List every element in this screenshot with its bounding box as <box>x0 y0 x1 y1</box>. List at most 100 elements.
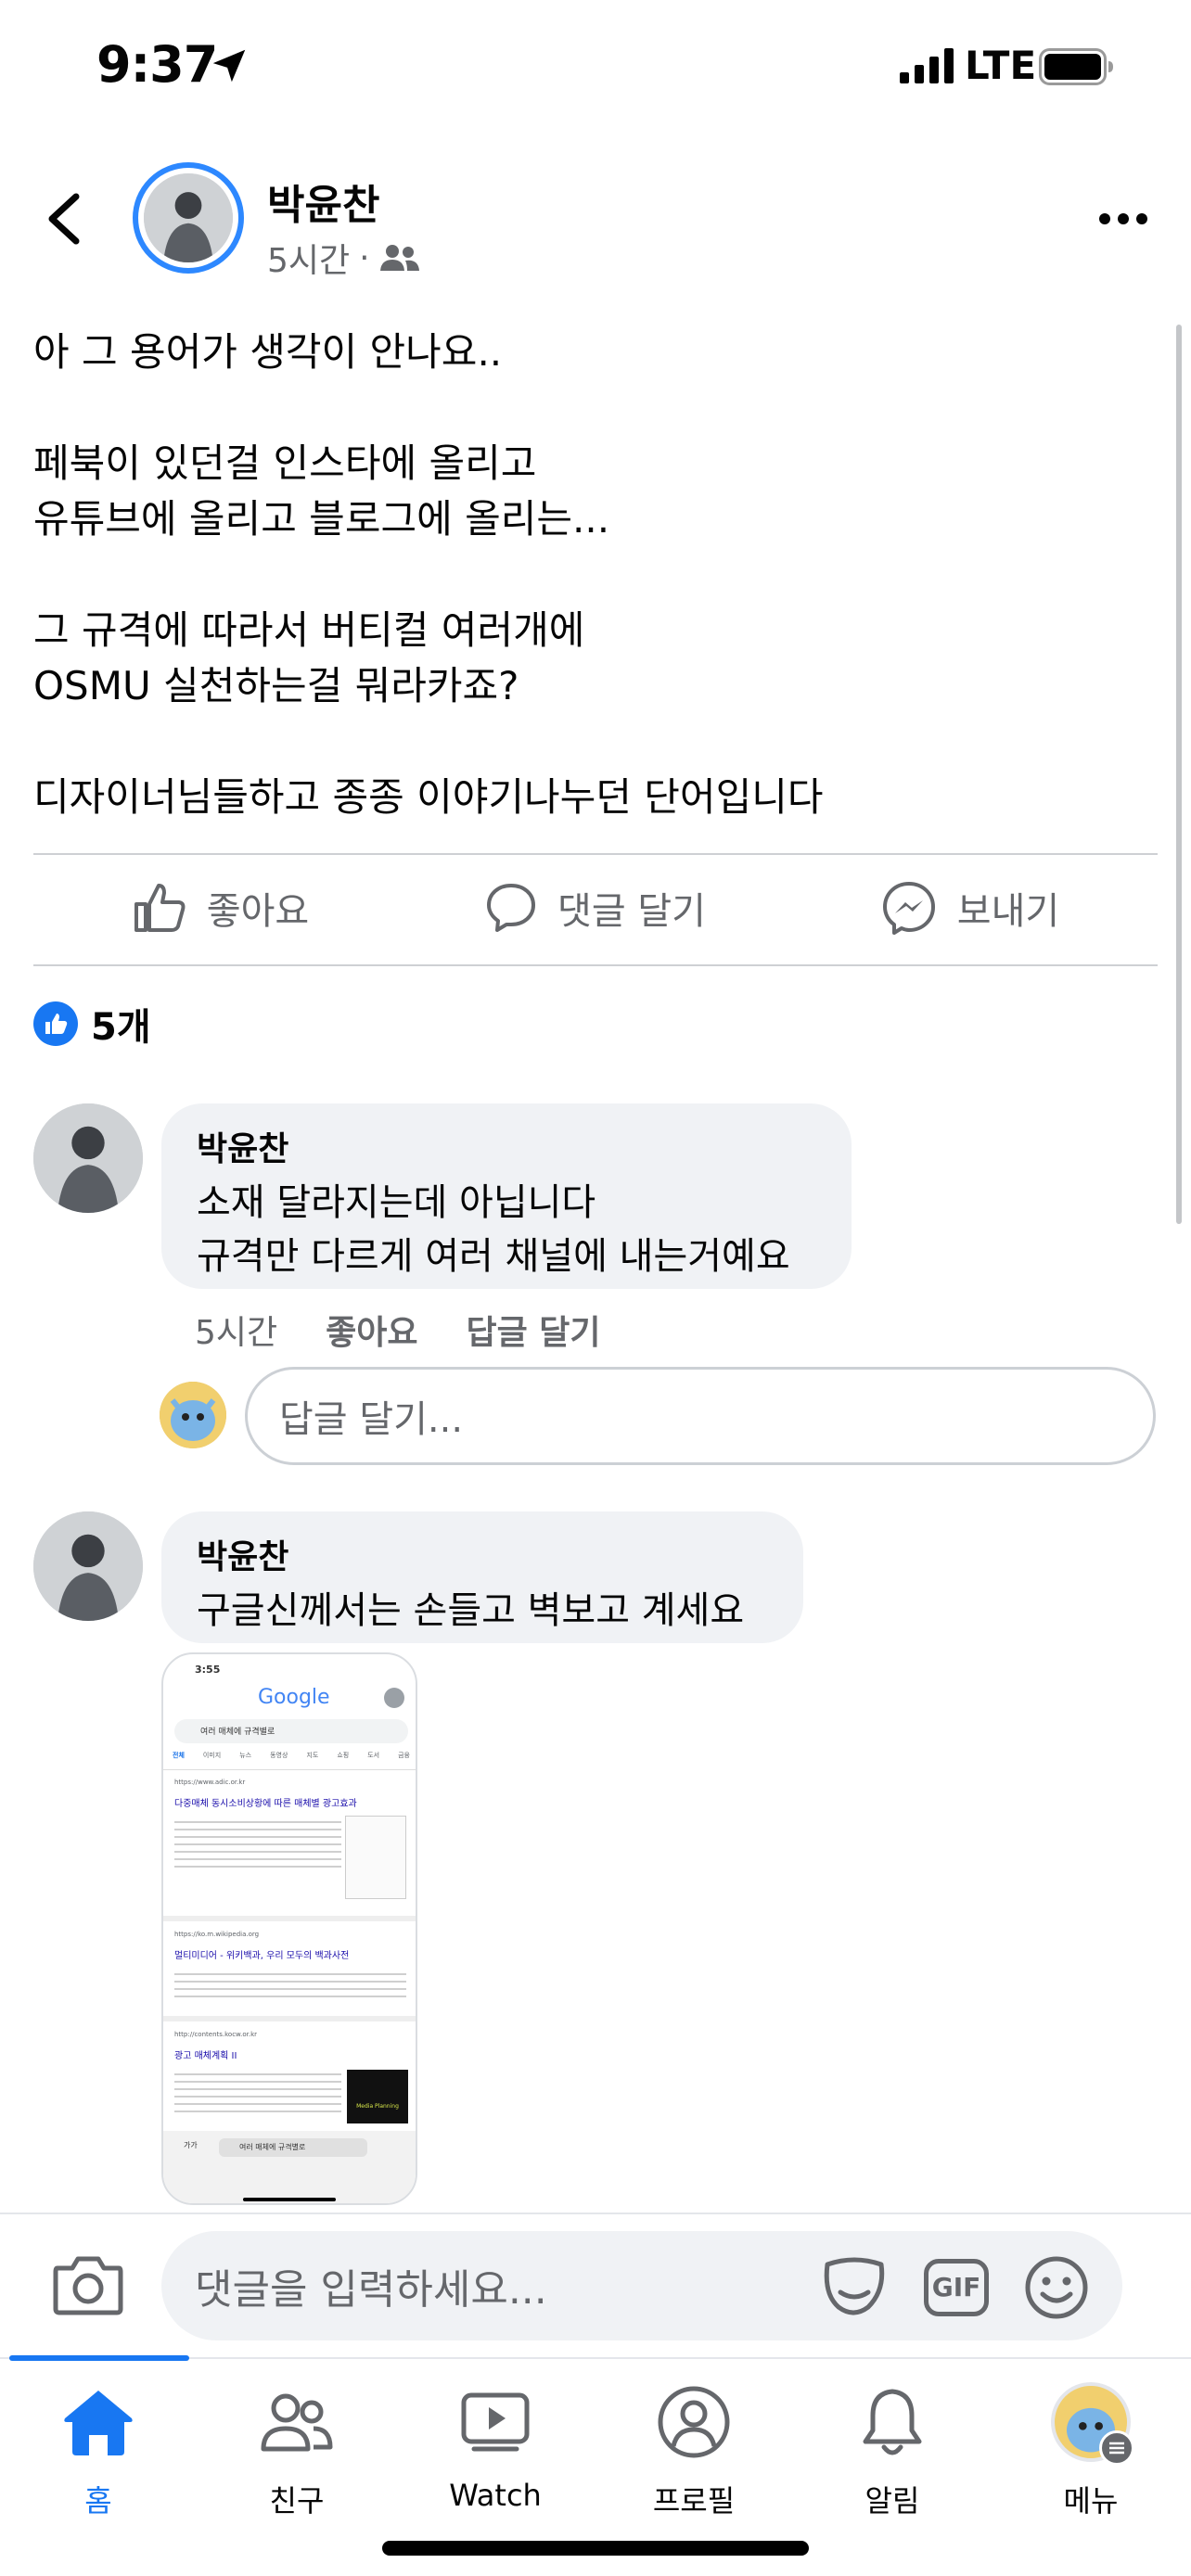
thumb-query: 여러 매체에 규격별로 <box>200 1728 275 1737</box>
thumb-ad-caption: Media Planning <box>356 2103 399 2110</box>
profile-icon <box>658 2386 730 2458</box>
thumb-address-bar: 여러 매체에 규격별로 <box>219 2138 367 2157</box>
post-meta: 5시간 · <box>267 234 420 282</box>
author-name[interactable]: 박윤찬 <box>267 172 379 231</box>
reply-placeholder: 답글 달기... <box>279 1398 464 1441</box>
tab-label: Watch <box>449 2478 542 2513</box>
emoji-icon[interactable] <box>1024 2255 1089 2320</box>
tab-watch[interactable]: Watch <box>412 2376 579 2513</box>
thumb-tab: 쇼핑 <box>337 1752 350 1759</box>
post-text: 아 그 용어가 생각이 안나요.. 페북이 있던걸 인스타에 올리고 유튜브에 … <box>33 329 824 820</box>
tab-friends[interactable]: 친구 <box>213 2376 380 2520</box>
active-tab-indicator <box>9 2355 189 2361</box>
reaction-count: 5개 <box>91 1006 151 1049</box>
thumb-tab: 뉴스 <box>239 1752 252 1759</box>
author-avatar[interactable] <box>133 162 244 274</box>
comment-icon <box>487 884 536 932</box>
tab-label: 메뉴 <box>1063 2483 1119 2519</box>
tab-label: 알림 <box>864 2483 920 2519</box>
reaction-summary[interactable]: 5개 <box>33 997 151 1051</box>
like-reaction-icon <box>33 1001 78 1046</box>
thumb-result-url: https://ko.m.wikipedia.org <box>174 1931 260 1938</box>
thumb-tab: 전체 <box>173 1752 185 1759</box>
thumb-tab: 이미지 <box>202 1752 222 1759</box>
thumb-result-snippet <box>174 2068 341 2114</box>
comment-placeholder: 댓글을 입력하세요... <box>195 2266 547 2314</box>
comment-reply-button[interactable]: 답글 달기 <box>467 1306 601 1354</box>
thumb-result-url: http://contents.kocw.or.kr <box>174 2031 258 2038</box>
meta-separator: · <box>359 238 370 277</box>
gif-label: GIF <box>931 2272 981 2302</box>
comment-author[interactable]: 박윤찬 <box>197 1122 816 1170</box>
battery-icon <box>1039 48 1113 85</box>
thumb-address-text: 여러 매체에 규격별로 <box>239 2143 306 2151</box>
tab-label: 홈 <box>84 2483 112 2519</box>
scrollbar[interactable] <box>1176 325 1182 1224</box>
comment-text: 소재 달라지는데 아닙니다 규격만 다르게 여러 채널에 내는거예요 <box>197 1181 790 1278</box>
comment-author[interactable]: 박윤찬 <box>197 1530 768 1578</box>
camera-icon[interactable] <box>52 2251 124 2316</box>
friends-icon <box>261 2393 333 2452</box>
home-icon <box>64 2391 133 2455</box>
thumb-result-url: https://www.adic.or.kr <box>174 1779 246 1786</box>
comment-meta: 5시간 좋아요 답글 달기 <box>195 1306 601 1354</box>
status-time: 9:37 <box>96 35 218 94</box>
location-arrow-icon <box>212 49 246 83</box>
gif-button[interactable]: GIF <box>924 2259 989 2316</box>
thumb-time: 3:55 <box>195 1664 221 1676</box>
comment-bubble[interactable]: 박윤찬 구글신께서는 손들고 벽보고 계세요 <box>161 1511 803 1643</box>
like-label: 좋아요 <box>206 890 310 933</box>
thumb-result-snippet <box>174 1816 341 1871</box>
thumb-result-image <box>345 1816 406 1899</box>
post-time: 5시간 <box>267 242 351 280</box>
tab-home[interactable]: 홈 <box>15 2376 182 2520</box>
home-indicator <box>382 2541 809 2556</box>
menu-hamburger-icon <box>1099 2430 1134 2466</box>
send-label: 보내기 <box>956 890 1060 933</box>
thumb-result-title: 멀티미디어 - 위키백과, 우리 모두의 백과사전 <box>174 1951 350 1961</box>
tab-label: 프로필 <box>652 2483 736 2519</box>
network-label: LTE <box>965 43 1037 88</box>
comment-like-button[interactable]: 좋아요 <box>326 1306 417 1354</box>
thumb-tab: 동영상 <box>270 1752 288 1759</box>
more-options-icon[interactable] <box>1098 211 1148 226</box>
comment-image[interactable]: 3:55 Google 여러 매체에 규격별로 전체 이미지 뉴스 동영상 지도… <box>161 1652 417 2205</box>
tab-menu[interactable]: 메뉴 <box>1007 2376 1174 2520</box>
thumb-result-snippet <box>174 1968 406 2001</box>
thumb-tabs: 전체 이미지 뉴스 동영상 지도 쇼핑 도서 금융 <box>173 1751 410 1760</box>
tab-label: 친구 <box>269 2483 325 2519</box>
avatar-sticker-icon[interactable] <box>820 2253 889 2318</box>
thumb-result-title: 다중매체 동시소비상황에 따른 매체별 광고효과 <box>174 1799 357 1809</box>
my-avatar <box>160 1382 226 1448</box>
thumb-ad-image: Media Planning <box>347 2070 408 2123</box>
tab-profile[interactable]: 프로필 <box>610 2376 777 2520</box>
send-button[interactable]: 보내기 <box>783 853 1158 963</box>
thumb-result-title: 광고 매체계획 II <box>174 2051 237 2061</box>
comment-time: 5시간 <box>195 1314 278 1352</box>
commenter-avatar[interactable] <box>33 1103 143 1213</box>
signal-icon <box>900 48 954 83</box>
thumb-aa: 가가 <box>184 2141 198 2149</box>
thumb-search-box: 여러 매체에 규격별로 <box>174 1719 408 1743</box>
post-actions: 좋아요 댓글 달기 보내기 <box>33 853 1158 963</box>
comment-button[interactable]: 댓글 달기 <box>408 853 783 963</box>
back-icon[interactable] <box>43 191 83 247</box>
thumb-google-logo: Google <box>258 1686 330 1709</box>
commenter-avatar[interactable] <box>33 1511 143 1621</box>
divider <box>33 964 1158 966</box>
comment-label: 댓글 달기 <box>557 890 706 933</box>
thumb-tab: 지도 <box>306 1752 319 1759</box>
like-button[interactable]: 좋아요 <box>33 853 408 963</box>
thumb-tab: 금융 <box>398 1752 410 1759</box>
thumb-account-icon <box>384 1688 404 1708</box>
comment-text: 구글신께서는 손들고 벽보고 계세요 <box>197 1589 745 1632</box>
tab-notifications[interactable]: 알림 <box>809 2376 976 2520</box>
comment-bubble[interactable]: 박윤찬 소재 달라지는데 아닙니다 규격만 다르게 여러 채널에 내는거예요 <box>161 1103 852 1289</box>
watch-icon <box>461 2392 530 2452</box>
messenger-icon <box>882 882 935 935</box>
thumb-tab: 도서 <box>367 1752 380 1759</box>
friends-audience-icon <box>379 245 419 271</box>
thumbs-up-icon <box>134 884 186 932</box>
reply-input[interactable]: 답글 달기... <box>245 1367 1156 1465</box>
bell-icon <box>863 2389 922 2455</box>
